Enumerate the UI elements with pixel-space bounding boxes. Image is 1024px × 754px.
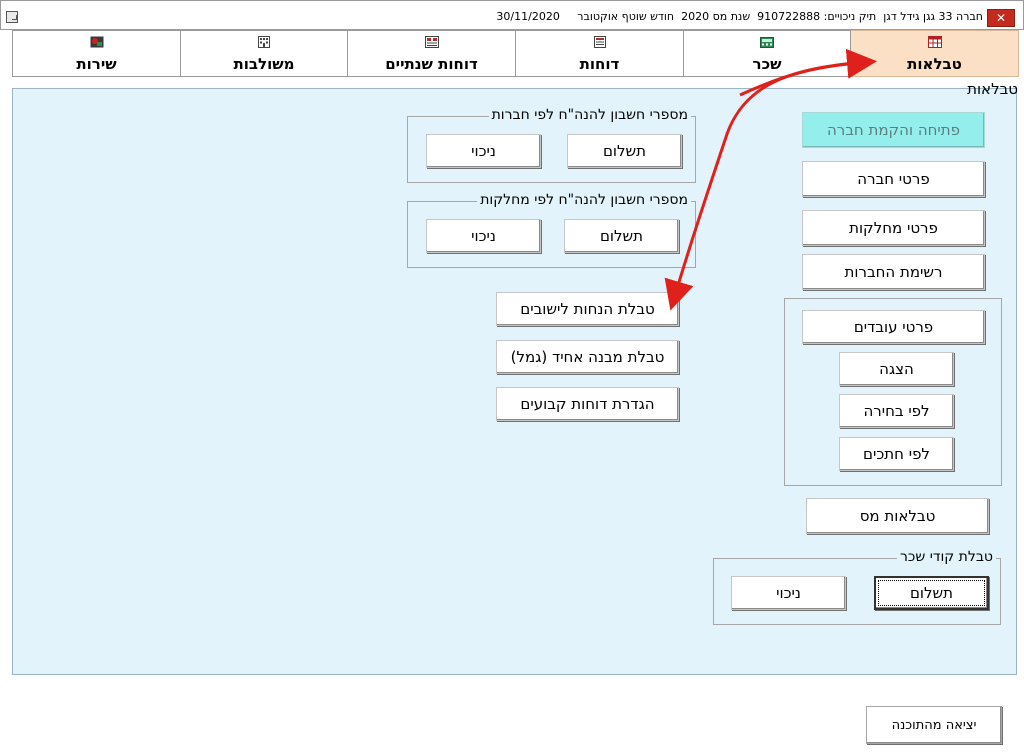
tab-label: דוחות [579,55,620,73]
close-button[interactable]: ✕ [987,9,1015,27]
salary-codes-deduction-button[interactable]: ניכוי [731,576,846,610]
tab-label: טבלאות [907,55,962,73]
calculator-icon [760,37,774,48]
annual-report-icon [424,36,439,48]
tab-label: דוחות שנתיים [385,55,478,73]
department-payment-button[interactable]: תשלום [564,219,679,253]
open-company-button[interactable]: פתיחה והקמת חברה [802,112,985,148]
tab-combined[interactable]: משולבות [180,30,348,77]
settlement-discounts-button[interactable]: טבלת הנחות לישובים [496,292,679,326]
tab-label: משולבות [233,55,295,73]
tab-reports[interactable]: דוחות [515,30,684,77]
main-tabs: טבלאות שכר דוחות דוחות שנתיים משולבות שי… [12,30,1019,77]
window-title: חברה 33 גגן גידל דגן תיק ניכויים: 910722… [496,10,983,23]
app-icon[interactable] [6,11,18,23]
department-deduction-button[interactable]: ניכוי [426,219,541,253]
tab-label: שכר [752,55,782,73]
company-details-button[interactable]: פרטי חברה [802,161,985,197]
exit-button[interactable]: יציאה מהתוכנה [866,706,1002,744]
building-icon [258,36,270,48]
fixed-reports-button[interactable]: הגדרת דוחות קבועים [496,387,679,421]
accounts-by-department-title: מספרי חשבון להנה"ח לפי מחלקות [477,192,691,208]
company-deduction-button[interactable]: ניכוי [426,134,541,168]
accounts-by-company-title: מספרי חשבון להנה"ח לפי חברות [488,107,691,123]
tab-tables[interactable]: טבלאות [850,30,1019,77]
by-selection-button[interactable]: לפי בחירה [839,394,954,428]
tax-tables-button[interactable]: טבלאות מס [806,498,989,534]
tab-annual-reports[interactable]: דוחות שנתיים [347,30,516,77]
company-list-button[interactable]: רשימת החברות [802,254,985,290]
salary-codes-title: טבלת קודי שכר [897,549,996,565]
department-details-button[interactable]: פרטי מחלקות [802,210,985,246]
by-sections-button[interactable]: לפי חתכים [839,437,954,471]
table-icon [927,36,942,48]
service-icon [90,36,103,48]
salary-codes-payment-button[interactable]: תשלום [874,576,989,610]
uniform-structure-button[interactable]: טבלת מבנה אחיד (גמל) [496,340,679,374]
tab-label: שירות [76,55,117,73]
tab-service[interactable]: שירות [12,30,181,77]
report-icon [593,36,606,48]
title-bar: חברה 33 גגן גידל דגן תיק ניכויים: 910722… [0,0,1024,30]
company-payment-button[interactable]: תשלום [567,134,682,168]
panel-title: טבלאות [967,80,1018,98]
tab-salary[interactable]: שכר [683,30,851,77]
employee-details-button[interactable]: פרטי עובדים [802,310,985,344]
display-button[interactable]: הצגה [839,352,954,386]
